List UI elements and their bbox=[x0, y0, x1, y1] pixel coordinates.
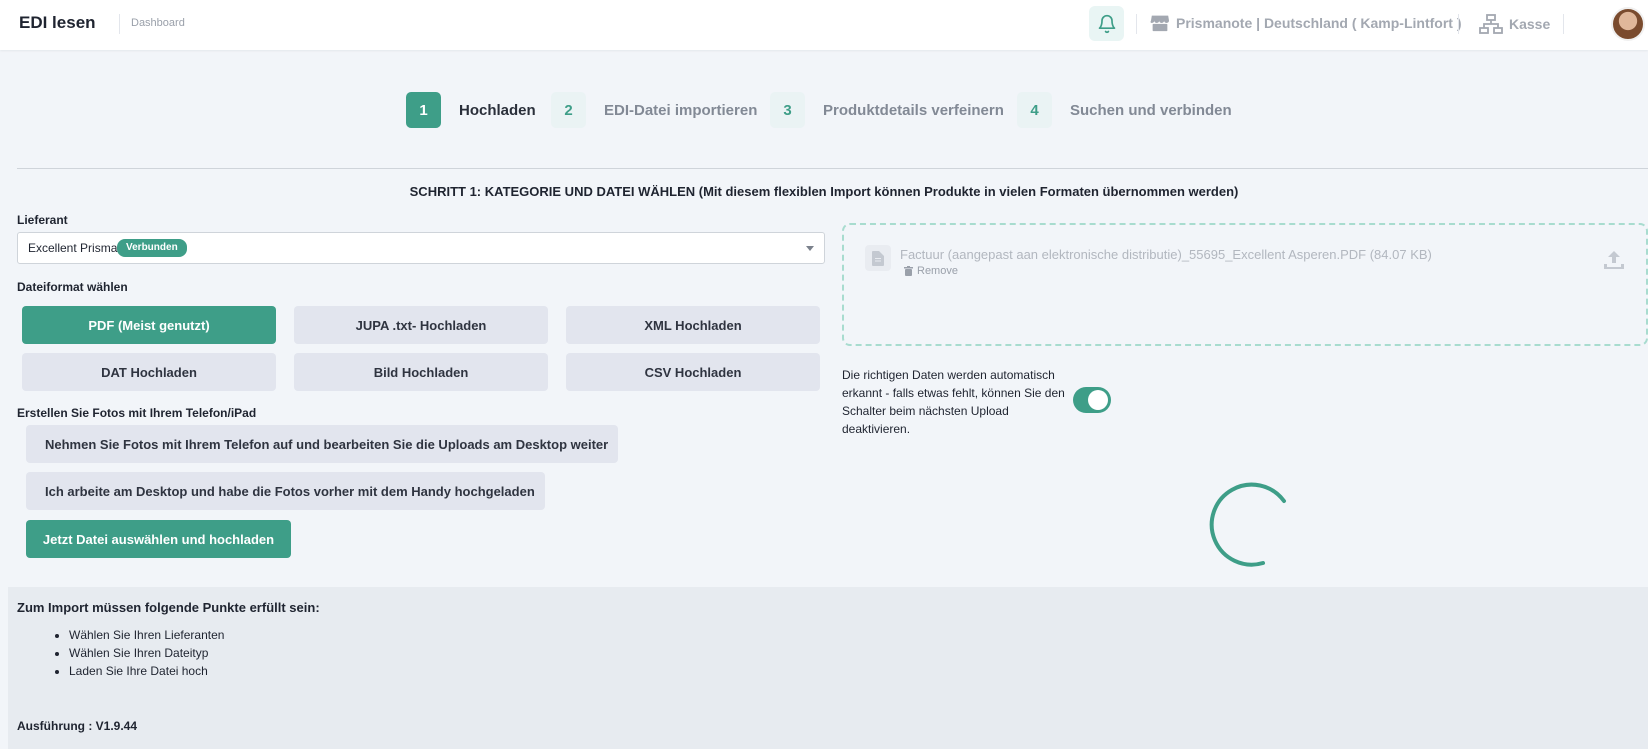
notifications-button[interactable] bbox=[1089, 6, 1124, 41]
step-label: Suchen und verbinden bbox=[1070, 101, 1232, 119]
step-refine-products[interactable]: 3 Produktdetails verfeinern bbox=[770, 92, 1004, 128]
photos-label: Erstellen Sie Fotos mit Ihrem Telefon/iP… bbox=[17, 406, 257, 420]
shop-name: Prismanote | Deutschland ( Kamp-Lintfort… bbox=[1176, 15, 1462, 31]
connected-badge: Verbunden bbox=[117, 239, 187, 257]
requirements-title: Zum Import müssen folgende Punkte erfüll… bbox=[17, 600, 320, 615]
uploaded-file-name: Factuur (aangepast aan elektronische dis… bbox=[900, 247, 1432, 262]
header-separator bbox=[1458, 14, 1459, 34]
header-separator bbox=[1136, 14, 1137, 34]
file-format-label: Dateiformat wählen bbox=[17, 280, 128, 294]
avatar[interactable] bbox=[1611, 7, 1645, 41]
register-name: Kasse bbox=[1509, 16, 1551, 32]
auto-detect-toggle[interactable] bbox=[1073, 387, 1111, 413]
loading-spinner-icon bbox=[1209, 482, 1286, 567]
trash-icon bbox=[904, 266, 913, 276]
list-item: Wählen Sie Ihren Lieferanten bbox=[69, 626, 224, 644]
format-image-button[interactable]: Bild Hochladen bbox=[294, 353, 548, 391]
breadcrumb[interactable]: Dashboard bbox=[131, 17, 185, 29]
list-item: Laden Sie Ihre Datei hoch bbox=[69, 662, 224, 680]
register-selector[interactable]: Kasse bbox=[1479, 14, 1550, 34]
network-icon bbox=[1479, 14, 1503, 34]
step-number: 2 bbox=[551, 92, 586, 128]
supplier-value: Excellent Prisma bbox=[28, 241, 118, 255]
list-item: Wählen Sie Ihren Dateityp bbox=[69, 644, 224, 662]
shop-selector[interactable]: Prismanote | Deutschland ( Kamp-Lintfort… bbox=[1150, 14, 1462, 32]
section-title: SCHRITT 1: KATEGORIE UND DATEI WÄHLEN (M… bbox=[409, 184, 1239, 199]
format-dat-button[interactable]: DAT Hochladen bbox=[22, 353, 276, 391]
auto-detect-description: Die richtigen Daten werden automatisch e… bbox=[842, 368, 1065, 436]
select-and-upload-button[interactable]: Jetzt Datei auswählen und hochladen bbox=[26, 520, 291, 558]
step-search-connect[interactable]: 4 Suchen und verbinden bbox=[1017, 92, 1232, 128]
step-number: 4 bbox=[1017, 92, 1052, 128]
format-pdf-button[interactable]: PDF (Meist genutzt) bbox=[22, 306, 276, 344]
remove-label: Remove bbox=[917, 265, 958, 277]
chevron-down-icon bbox=[806, 246, 814, 251]
format-xml-button[interactable]: XML Hochladen bbox=[566, 306, 820, 344]
toggle-knob bbox=[1088, 390, 1108, 410]
requirements-list: Wählen Sie Ihren Lieferanten Wählen Sie … bbox=[49, 626, 224, 680]
header-separator bbox=[119, 14, 120, 34]
bell-icon bbox=[1098, 14, 1115, 33]
top-header: EDI lesen Dashboard Prismanote | Deutsch… bbox=[0, 0, 1648, 50]
app-title: EDI lesen bbox=[19, 13, 96, 32]
file-dropzone[interactable]: Factuur (aangepast aan elektronische dis… bbox=[842, 223, 1648, 346]
store-icon bbox=[1150, 15, 1169, 32]
step-number: 1 bbox=[406, 92, 441, 128]
format-jupa-button[interactable]: JUPA .txt- Hochladen bbox=[294, 306, 548, 344]
step-number: 3 bbox=[770, 92, 805, 128]
header-separator bbox=[1563, 14, 1564, 34]
requirements-panel: Zum Import müssen folgende Punkte erfüll… bbox=[8, 587, 1648, 749]
format-csv-button[interactable]: CSV Hochladen bbox=[566, 353, 820, 391]
step-label: Hochladen bbox=[459, 101, 536, 119]
step-label: Produktdetails verfeinern bbox=[823, 101, 1004, 119]
desktop-photos-button[interactable]: Ich arbeite am Desktop und habe die Foto… bbox=[26, 472, 545, 510]
section-divider bbox=[17, 168, 1648, 169]
step-label: EDI-Datei importieren bbox=[604, 101, 758, 119]
step-upload[interactable]: 1 Hochladen bbox=[406, 92, 536, 128]
remove-file-link[interactable]: Remove bbox=[904, 265, 958, 277]
supplier-label: Lieferant bbox=[17, 213, 68, 227]
phone-photos-button[interactable]: Nehmen Sie Fotos mit Ihrem Telefon auf u… bbox=[26, 425, 618, 463]
step-import-edi[interactable]: 2 EDI-Datei importieren bbox=[551, 92, 757, 128]
upload-icon[interactable] bbox=[1604, 251, 1624, 274]
file-icon bbox=[865, 245, 891, 271]
supplier-select[interactable]: Excellent Prisma Verbunden bbox=[17, 232, 825, 264]
version-label: Ausführung : V1.9.44 bbox=[17, 719, 138, 733]
